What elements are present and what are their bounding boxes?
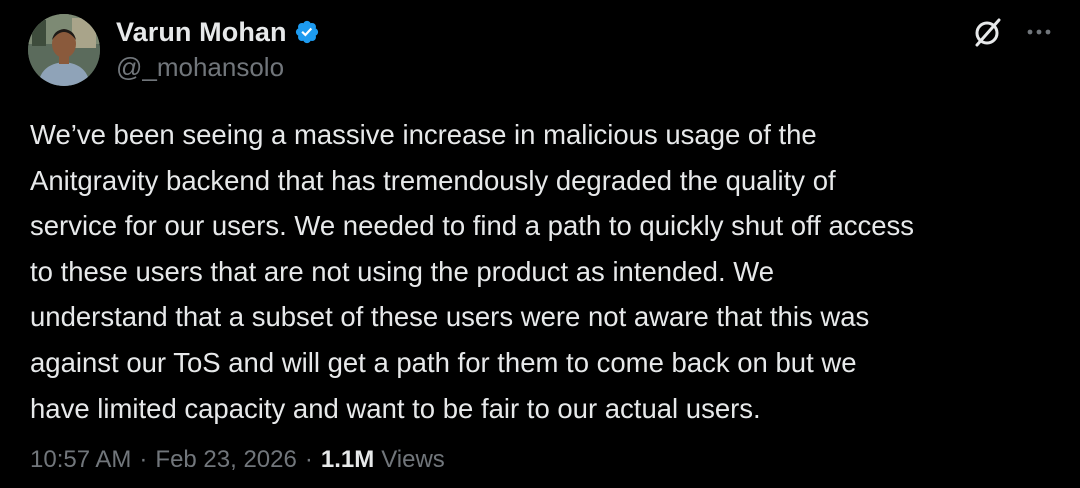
meta-separator: · bbox=[304, 446, 313, 473]
author-name-row: Varun Mohan bbox=[116, 14, 320, 50]
tweet-time[interactable]: 10:57 AM bbox=[30, 446, 131, 474]
more-options-icon[interactable] bbox=[1024, 17, 1054, 47]
views-label[interactable]: Views bbox=[381, 446, 445, 474]
author-handle[interactable]: @_mohansolo bbox=[116, 52, 320, 83]
meta-separator: · bbox=[139, 446, 148, 473]
grok-icon[interactable] bbox=[970, 14, 1006, 50]
author-identity: Varun Mohan @_mohansolo bbox=[116, 14, 320, 83]
author-display-name[interactable]: Varun Mohan bbox=[116, 17, 287, 48]
verified-badge-icon[interactable] bbox=[294, 19, 320, 45]
avatar-image bbox=[28, 14, 100, 86]
tweet-actions bbox=[970, 14, 1054, 50]
avatar[interactable] bbox=[28, 14, 100, 86]
tweet-text: We’ve been seeing a massive increase in … bbox=[30, 119, 915, 424]
views-count[interactable]: 1.1M bbox=[321, 446, 374, 474]
tweet-meta: 10:57 AM · Feb 23, 2026 · 1.1M Views bbox=[30, 446, 445, 474]
tweet-card: Varun Mohan @_mohansolo We’ve been seein… bbox=[0, 0, 1080, 488]
tweet-date[interactable]: Feb 23, 2026 bbox=[155, 446, 296, 474]
